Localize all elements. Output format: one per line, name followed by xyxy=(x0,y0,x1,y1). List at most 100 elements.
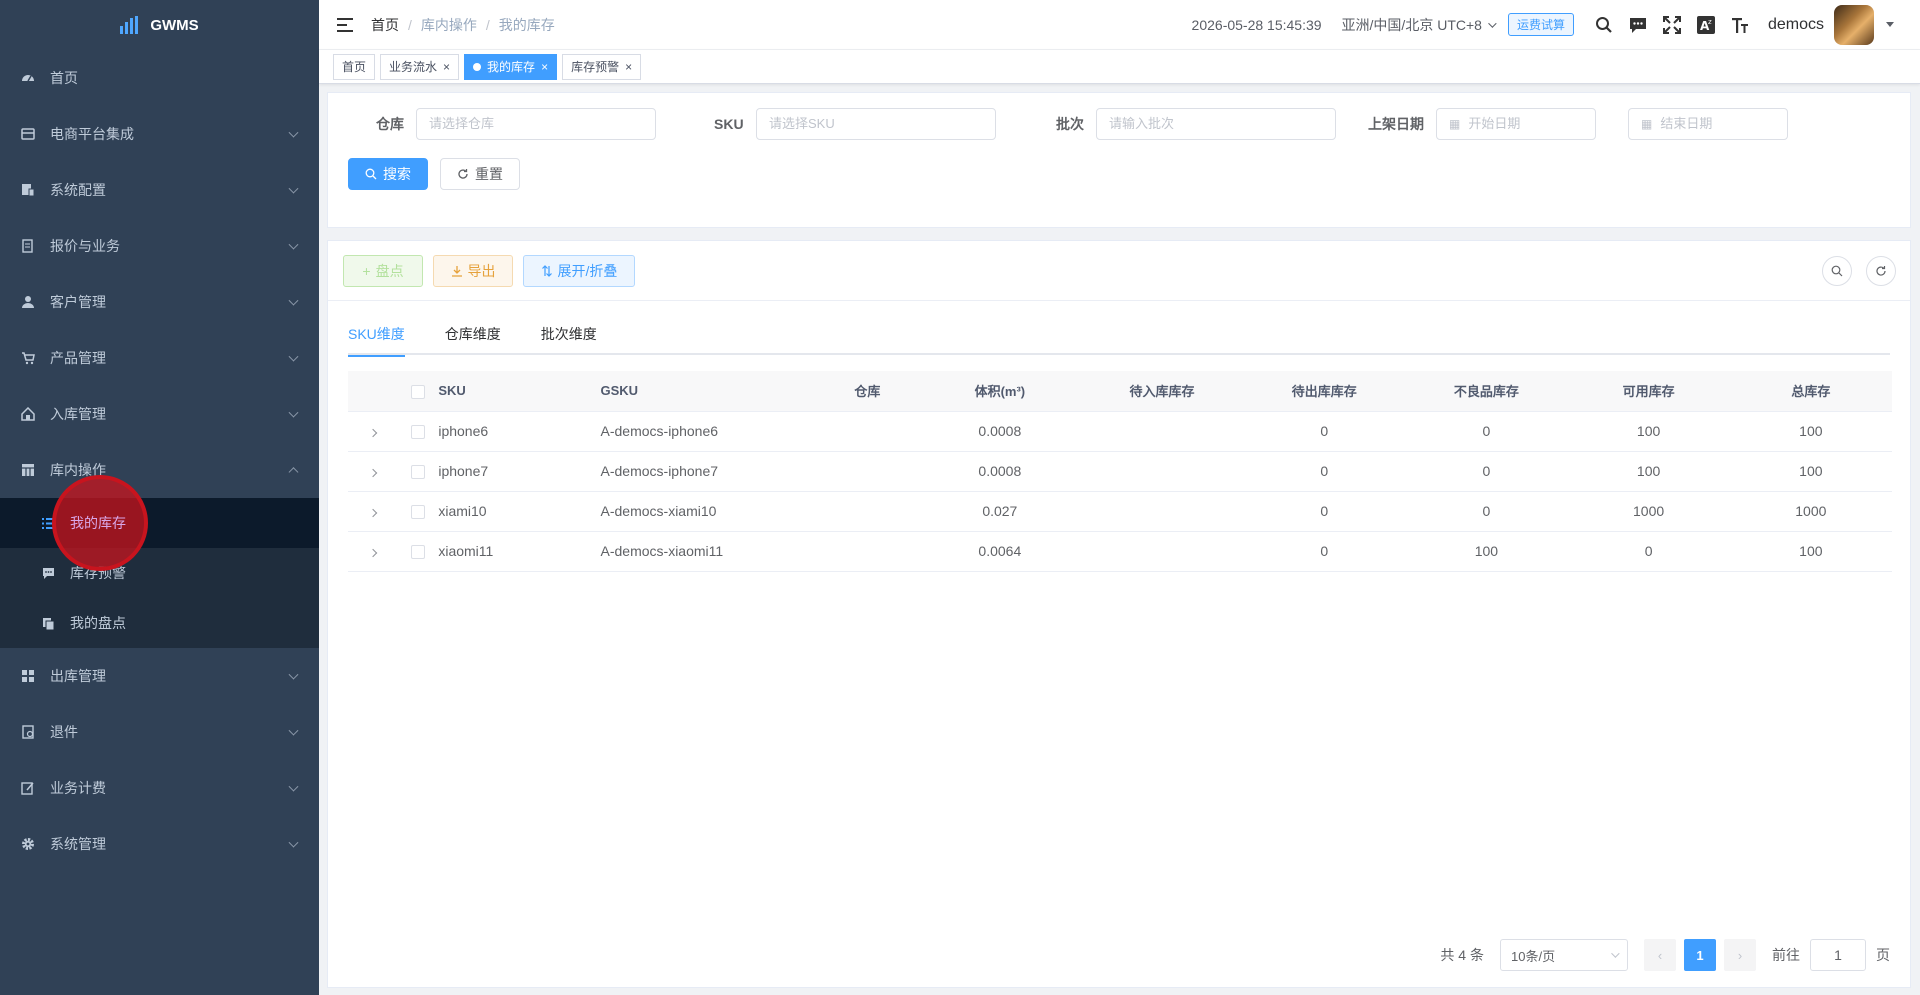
expand-row-icon[interactable] xyxy=(368,508,377,518)
column-header[interactable]: 可用库存 xyxy=(1567,371,1730,412)
refresh-icon xyxy=(458,169,468,179)
avatar[interactable] xyxy=(1834,4,1874,45)
breadcrumb-home[interactable]: 首页 xyxy=(371,15,399,35)
copy-icon xyxy=(40,615,56,631)
sidebar-item-billing[interactable]: 业务计费 xyxy=(0,760,319,816)
start-date-input[interactable]: ▦ 开始日期 xyxy=(1436,108,1596,140)
timezone-select[interactable]: 亚洲/中国/北京 UTC+8 xyxy=(1341,15,1497,35)
column-header[interactable]: 待入库库存 xyxy=(1080,371,1244,412)
page-size-select[interactable]: 10条/页 xyxy=(1500,939,1628,971)
refresh-button[interactable] xyxy=(1866,256,1896,286)
column-header[interactable]: SKU xyxy=(438,371,601,412)
sidebar-item-outbound[interactable]: 出库管理 xyxy=(0,648,319,704)
expand-row-icon[interactable] xyxy=(368,548,377,558)
cell-gsku: A-democs-iphone6 xyxy=(600,411,817,452)
batch-label: 批次 xyxy=(1056,116,1084,132)
sidebar-item-ecommerce[interactable]: 电商平台集成 xyxy=(0,106,319,162)
reset-button[interactable]: 重置 xyxy=(440,158,520,190)
tags-view: 首页 业务流水 × 我的库存 × 库存预警 × xyxy=(319,50,1920,84)
logo[interactable]: GWMS xyxy=(0,0,319,50)
tab-warehouse-dimension[interactable]: 仓库维度 xyxy=(425,319,521,355)
column-header[interactable]: 体积(m³) xyxy=(918,371,1081,412)
gear-icon xyxy=(20,836,36,852)
calendar-icon: ▦ xyxy=(1641,117,1653,131)
tag-stock-alert[interactable]: 库存预警 × xyxy=(562,53,642,80)
chevron-down-icon xyxy=(288,781,299,792)
row-checkbox[interactable] xyxy=(410,465,425,480)
column-header[interactable]: GSKU xyxy=(600,371,817,412)
sidebar-subitem-my-stocktake[interactable]: 我的盘点 xyxy=(0,598,319,648)
cell-volume: 0.0008 xyxy=(918,411,1081,452)
column-header[interactable]: 待出库库存 xyxy=(1243,371,1406,412)
expand-row-icon[interactable] xyxy=(368,428,377,438)
sidebar-subitem-stock-alert[interactable]: 库存预警 xyxy=(0,548,319,598)
expand-collapse-button[interactable]: 展开/折叠 xyxy=(523,255,635,287)
cell-gsku: A-democs-xiami10 xyxy=(600,491,817,532)
timezone-label: 亚洲/中国/北京 UTC+8 xyxy=(1341,16,1482,33)
table-row[interactable]: iphone7 A-democs-iphone7 0.0008 0 0 100 … xyxy=(348,451,1892,492)
page-suffix: 页 xyxy=(1876,947,1890,963)
sidebar-item-quote[interactable]: 报价与业务 xyxy=(0,218,319,274)
row-checkbox[interactable] xyxy=(410,425,425,440)
table-row[interactable]: xiaomi11 A-democs-xiaomi11 0.0064 0 100 … xyxy=(348,531,1892,572)
sidebar-subitem-my-inventory[interactable]: 我的库存 xyxy=(0,498,319,548)
caret-down-icon[interactable] xyxy=(1886,22,1894,27)
sidebar-item-home[interactable]: 首页 xyxy=(0,50,319,106)
message-icon xyxy=(40,565,56,581)
row-checkbox[interactable] xyxy=(410,505,425,520)
tag-my-inventory[interactable]: 我的库存 × xyxy=(464,53,558,80)
message-icon[interactable] xyxy=(1628,15,1648,35)
sku-select[interactable]: 请选择SKU xyxy=(756,108,996,140)
freight-calculator-button[interactable]: 运费试算 xyxy=(1507,13,1574,36)
search-icon[interactable] xyxy=(1594,15,1614,35)
cell-warehouse xyxy=(816,491,919,532)
sidebar-item-products[interactable]: 产品管理 xyxy=(0,330,319,386)
sidebar-item-warehouse-ops[interactable]: 库内操作 xyxy=(0,442,319,498)
tag-home[interactable]: 首页 xyxy=(333,53,376,80)
fullscreen-icon[interactable] xyxy=(1662,15,1682,35)
column-header[interactable]: 不良品库存 xyxy=(1405,371,1568,412)
edit-icon xyxy=(20,780,36,796)
font-size-icon[interactable] xyxy=(1730,15,1750,35)
next-page-button[interactable]: › xyxy=(1724,939,1756,971)
sidebar-item-label: 产品管理 xyxy=(50,350,106,366)
table-row[interactable]: iphone6 A-democs-iphone6 0.0008 0 0 100 … xyxy=(348,411,1892,452)
row-checkbox[interactable] xyxy=(410,545,425,560)
chevron-up-icon xyxy=(288,467,299,478)
close-icon[interactable]: × xyxy=(541,60,548,74)
select-all-checkbox[interactable] xyxy=(410,384,425,399)
cell-defective: 100 xyxy=(1405,531,1568,572)
tab-sku-dimension[interactable]: SKU维度 xyxy=(348,319,425,357)
stocktake-button[interactable]: + 盘点 xyxy=(343,255,423,287)
column-header[interactable]: 仓库 xyxy=(816,371,919,412)
cell-sku: xiami10 xyxy=(438,491,601,532)
close-icon[interactable]: × xyxy=(443,60,450,74)
search-button[interactable]: 搜索 xyxy=(348,158,428,190)
warehouse-select[interactable]: 请选择仓库 xyxy=(416,108,656,140)
column-header[interactable]: 总库存 xyxy=(1729,371,1892,412)
toggle-search-button[interactable] xyxy=(1822,256,1852,286)
username[interactable]: democs xyxy=(1768,16,1824,34)
prev-page-button[interactable]: ‹ xyxy=(1644,939,1676,971)
sidebar-item-system-admin[interactable]: 系统管理 xyxy=(0,816,319,872)
translate-icon[interactable]: Az xyxy=(1696,15,1716,35)
batch-input[interactable]: 请输入批次 xyxy=(1096,108,1336,140)
export-button[interactable]: 导出 xyxy=(433,255,513,287)
sidebar-item-label: 系统配置 xyxy=(50,182,106,198)
menu-fold-icon[interactable] xyxy=(337,17,353,32)
tag-business-flow[interactable]: 业务流水 × xyxy=(380,53,460,80)
sidebar-item-inbound[interactable]: 入库管理 xyxy=(0,386,319,442)
end-date-input[interactable]: ▦ 结束日期 xyxy=(1628,108,1788,140)
goto-page-input[interactable]: 1 xyxy=(1810,939,1866,971)
tab-batch-dimension[interactable]: 批次维度 xyxy=(521,319,617,355)
sidebar-item-returns[interactable]: 退件 xyxy=(0,704,319,760)
close-icon[interactable]: × xyxy=(625,60,632,74)
table-row[interactable]: xiami10 A-democs-xiami10 0.027 0 0 1000 … xyxy=(348,491,1892,532)
sidebar-item-customers[interactable]: 客户管理 xyxy=(0,274,319,330)
cell-sku: iphone6 xyxy=(438,411,601,452)
expand-row-icon[interactable] xyxy=(368,468,377,478)
calendar-icon: ▦ xyxy=(1449,117,1461,131)
sku-placeholder: 请选择SKU xyxy=(769,116,835,131)
page-number-current[interactable]: 1 xyxy=(1684,939,1716,971)
sidebar-item-system-config[interactable]: 系统配置 xyxy=(0,162,319,218)
